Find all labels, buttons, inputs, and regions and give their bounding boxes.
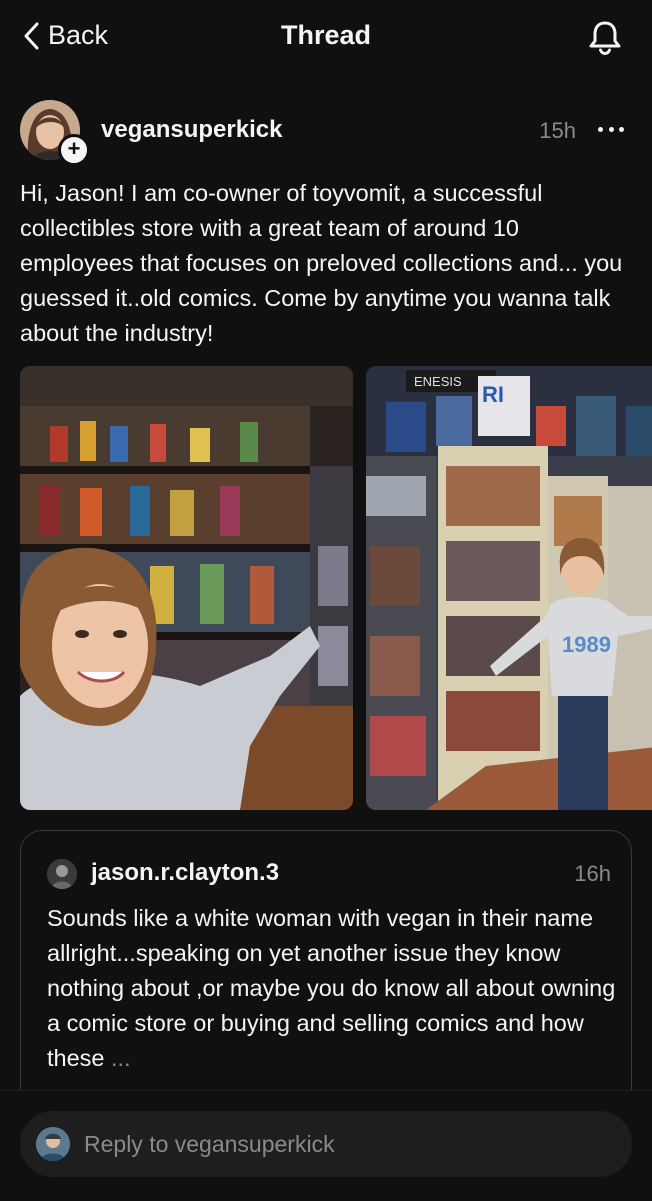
post-timestamp: 15h	[539, 118, 576, 143]
bell-icon	[589, 21, 621, 56]
reply-avatar-image	[36, 1127, 70, 1161]
quoted-avatar-image	[47, 859, 77, 889]
chevron-left-icon	[24, 22, 39, 49]
reply-input[interactable]: Reply to vegansuperkick	[20, 1111, 632, 1177]
follow-plus-button[interactable]: +	[58, 134, 90, 166]
post-text: Hi, Jason! I am co-owner of toyvomit, a …	[20, 180, 623, 346]
dot-icon	[598, 126, 603, 132]
post-username[interactable]: vegansuperkick	[101, 116, 282, 144]
selfie-photo	[20, 366, 353, 810]
dot-icon	[608, 126, 614, 132]
post-header: + vegansuperkick 15h	[20, 100, 632, 166]
quoted-text: Sounds like a white woman with vegan in …	[47, 905, 616, 1071]
reply-avatar	[36, 1127, 70, 1161]
back-label: Back	[48, 20, 109, 50]
post-photo-2[interactable]: ENESIS RI 1989	[366, 366, 652, 810]
reply-bar: Reply to vegansuperkick	[0, 1090, 652, 1201]
store-photo: ENESIS RI 1989	[366, 366, 652, 810]
notification-bell-button[interactable]	[586, 18, 624, 56]
sweater-text: 1989	[562, 632, 611, 657]
genesis-sign-text: ENESIS	[414, 374, 462, 389]
post-photo-1[interactable]	[20, 366, 353, 810]
more-options-button[interactable]	[598, 116, 624, 142]
quoted-timestamp: 16h	[574, 861, 611, 886]
back-button[interactable]: Back	[22, 20, 108, 51]
quoted-post-card[interactable]: jason.r.clayton.3 16h Sounds like a whit…	[20, 830, 632, 1122]
top-bar: Back Thread	[0, 0, 652, 76]
reply-placeholder: Reply to vegansuperkick	[84, 1131, 335, 1157]
quoted-avatar[interactable]	[47, 859, 77, 889]
dot-icon	[619, 126, 624, 132]
quoted-ellipsis: ...	[111, 1045, 131, 1071]
quoted-text-block: Sounds like a white woman with vegan in …	[47, 901, 617, 1076]
box-sign-text: RI	[482, 382, 504, 407]
quoted-username[interactable]: jason.r.clayton.3	[91, 859, 279, 887]
photo-carousel[interactable]: ENESIS RI 1989	[20, 366, 652, 810]
